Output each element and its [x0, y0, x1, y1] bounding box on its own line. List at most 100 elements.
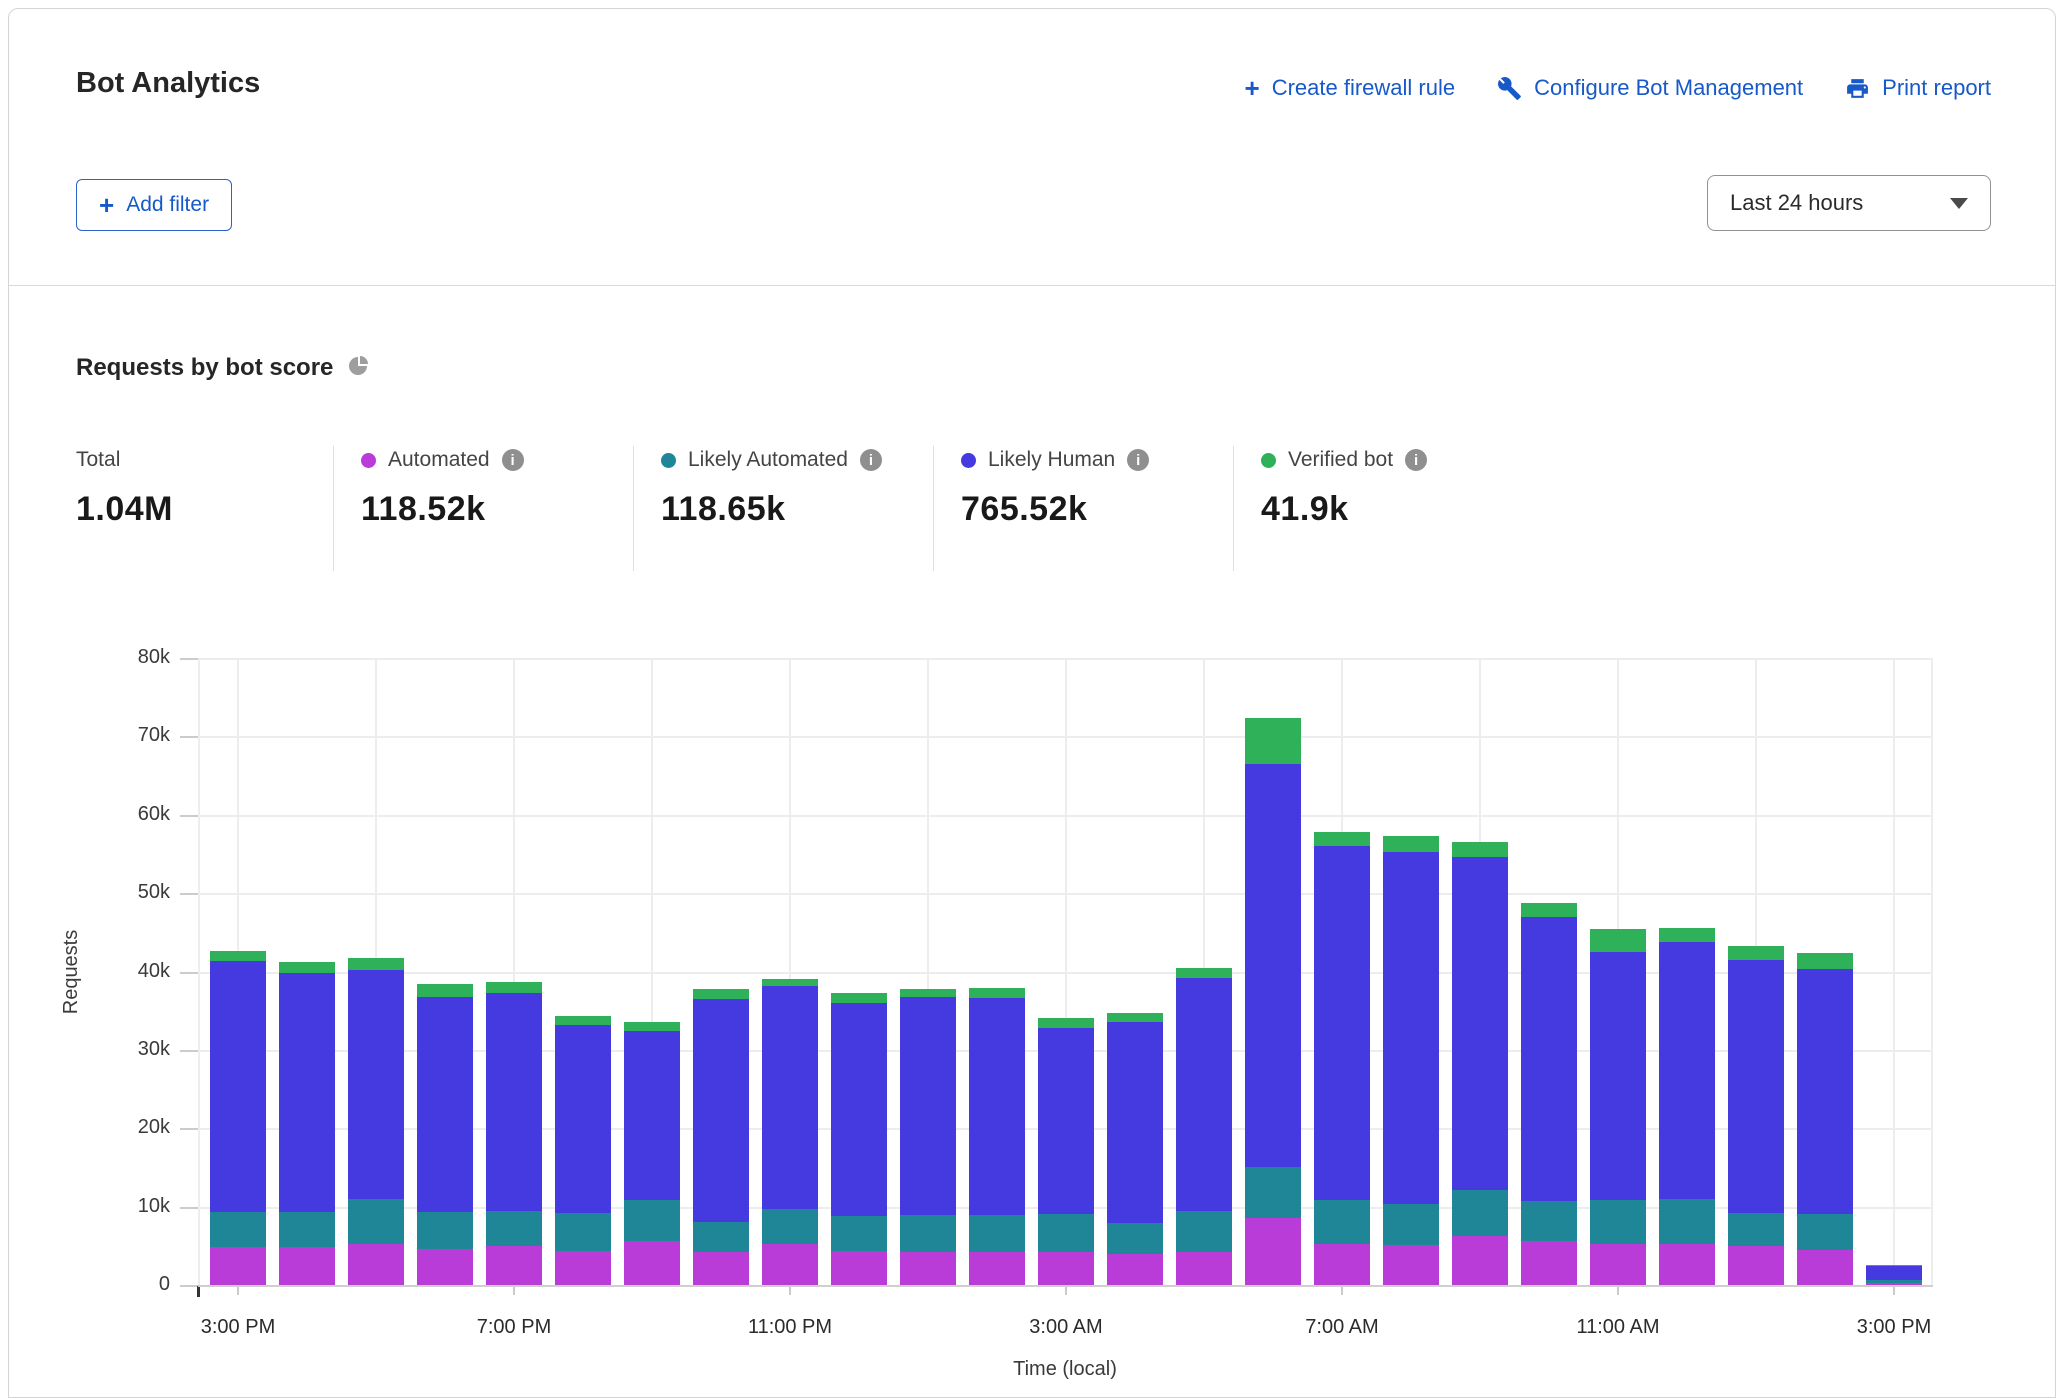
- bar-segment-automated[interactable]: [555, 1251, 611, 1285]
- configure-bot-management-link[interactable]: Configure Bot Management: [1497, 75, 1803, 101]
- bar-segment-likely-human[interactable]: [1797, 969, 1853, 1214]
- bar-segment-likely-automated[interactable]: [1245, 1167, 1301, 1219]
- print-report-link[interactable]: Print report: [1845, 75, 1991, 101]
- bar-segment-likely-automated[interactable]: [1038, 1214, 1094, 1252]
- bar-segment-likely-human[interactable]: [831, 1003, 887, 1216]
- bar-segment-likely-automated[interactable]: [486, 1211, 542, 1246]
- bar-segment-likely-automated[interactable]: [1107, 1223, 1163, 1254]
- bar-segment-automated[interactable]: [1866, 1283, 1922, 1285]
- create-firewall-rule-link[interactable]: + Create firewall rule: [1245, 75, 1456, 101]
- bar-segment-likely-automated[interactable]: [1176, 1211, 1232, 1253]
- bar-segment-automated[interactable]: [1107, 1254, 1163, 1285]
- bar-segment-automated[interactable]: [624, 1241, 680, 1285]
- bar-segment-likely-human[interactable]: [486, 993, 542, 1211]
- bar-segment-automated[interactable]: [1728, 1246, 1784, 1285]
- bar-segment-likely-human[interactable]: [1452, 857, 1508, 1190]
- bar-segment-likely-automated[interactable]: [279, 1212, 335, 1247]
- bar-segment-automated[interactable]: [1383, 1245, 1439, 1285]
- bar-segment-likely-human[interactable]: [1590, 952, 1646, 1200]
- bar-segment-automated[interactable]: [1452, 1236, 1508, 1285]
- bar-segment-likely-human[interactable]: [279, 973, 335, 1212]
- bar-segment-likely-automated[interactable]: [1659, 1199, 1715, 1245]
- bar-segment-likely-automated[interactable]: [969, 1215, 1025, 1252]
- bar-segment-automated[interactable]: [348, 1244, 404, 1286]
- bar-segment-likely-human[interactable]: [1245, 764, 1301, 1167]
- bar-segment-likely-automated[interactable]: [1521, 1201, 1577, 1241]
- bar-segment-likely-human[interactable]: [1038, 1028, 1094, 1214]
- bar-segment-likely-human[interactable]: [762, 986, 818, 1209]
- bar-segment-verified-bot[interactable]: [969, 988, 1025, 998]
- bar-segment-likely-human[interactable]: [900, 997, 956, 1215]
- bar-segment-verified-bot[interactable]: [900, 989, 956, 997]
- bar-segment-automated[interactable]: [762, 1244, 818, 1285]
- bar-segment-automated[interactable]: [1038, 1252, 1094, 1285]
- bar-segment-likely-automated[interactable]: [624, 1200, 680, 1241]
- bar-segment-automated[interactable]: [486, 1246, 542, 1285]
- bar-segment-automated[interactable]: [279, 1247, 335, 1285]
- time-range-select[interactable]: Last 24 hours: [1707, 175, 1991, 231]
- bar-segment-likely-automated[interactable]: [1452, 1190, 1508, 1236]
- bar-segment-likely-automated[interactable]: [555, 1213, 611, 1251]
- bar-segment-likely-automated[interactable]: [693, 1222, 749, 1253]
- add-filter-button[interactable]: + Add filter: [76, 179, 232, 231]
- info-icon[interactable]: i: [502, 449, 524, 471]
- bar-segment-automated[interactable]: [693, 1252, 749, 1285]
- bar-segment-likely-automated[interactable]: [1797, 1214, 1853, 1249]
- bar-segment-likely-automated[interactable]: [900, 1215, 956, 1253]
- bar-segment-verified-bot[interactable]: [1038, 1018, 1094, 1028]
- bar-segment-verified-bot[interactable]: [486, 982, 542, 994]
- bar-segment-verified-bot[interactable]: [624, 1022, 680, 1031]
- bar-segment-likely-human[interactable]: [1866, 1266, 1922, 1280]
- bar-segment-verified-bot[interactable]: [1176, 968, 1232, 978]
- bar-segment-automated[interactable]: [969, 1252, 1025, 1285]
- bar-segment-automated[interactable]: [1797, 1250, 1853, 1285]
- bar-segment-automated[interactable]: [1521, 1241, 1577, 1285]
- bar-segment-verified-bot[interactable]: [348, 958, 404, 970]
- info-icon[interactable]: i: [1405, 449, 1427, 471]
- bar-segment-automated[interactable]: [1176, 1252, 1232, 1285]
- bar-segment-likely-automated[interactable]: [1314, 1200, 1370, 1244]
- bar-segment-likely-automated[interactable]: [210, 1212, 266, 1247]
- bar-segment-verified-bot[interactable]: [555, 1016, 611, 1025]
- bar-segment-verified-bot[interactable]: [417, 984, 473, 997]
- bar-segment-likely-human[interactable]: [693, 999, 749, 1222]
- bar-segment-automated[interactable]: [831, 1251, 887, 1286]
- bar-segment-likely-automated[interactable]: [1728, 1213, 1784, 1246]
- bar-segment-likely-automated[interactable]: [762, 1209, 818, 1244]
- bar-segment-verified-bot[interactable]: [210, 951, 266, 961]
- bar-segment-verified-bot[interactable]: [1245, 718, 1301, 764]
- bar-segment-automated[interactable]: [417, 1249, 473, 1285]
- bar-segment-likely-automated[interactable]: [1383, 1204, 1439, 1245]
- bar-segment-likely-human[interactable]: [348, 970, 404, 1199]
- bar-segment-likely-human[interactable]: [1383, 852, 1439, 1205]
- bar-segment-verified-bot[interactable]: [1314, 832, 1370, 846]
- bar-segment-likely-human[interactable]: [969, 998, 1025, 1215]
- bar-segment-automated[interactable]: [900, 1252, 956, 1285]
- bar-segment-verified-bot[interactable]: [1590, 929, 1646, 953]
- bar-segment-verified-bot[interactable]: [762, 979, 818, 986]
- info-icon[interactable]: i: [1127, 449, 1149, 471]
- bar-segment-likely-automated[interactable]: [348, 1199, 404, 1244]
- bar-segment-likely-human[interactable]: [417, 997, 473, 1213]
- bar-segment-likely-human[interactable]: [1521, 917, 1577, 1202]
- info-icon[interactable]: i: [860, 449, 882, 471]
- bar-segment-automated[interactable]: [210, 1247, 266, 1285]
- bar-segment-verified-bot[interactable]: [1383, 836, 1439, 852]
- bar-segment-likely-human[interactable]: [1176, 978, 1232, 1211]
- bar-segment-verified-bot[interactable]: [831, 993, 887, 1002]
- bar-segment-verified-bot[interactable]: [279, 962, 335, 973]
- bar-segment-verified-bot[interactable]: [1797, 953, 1853, 969]
- bar-segment-verified-bot[interactable]: [1728, 946, 1784, 960]
- bar-segment-automated[interactable]: [1590, 1244, 1646, 1286]
- bar-segment-automated[interactable]: [1314, 1244, 1370, 1285]
- bar-segment-automated[interactable]: [1659, 1244, 1715, 1285]
- bar-segment-verified-bot[interactable]: [1659, 928, 1715, 943]
- bar-segment-likely-human[interactable]: [555, 1025, 611, 1213]
- bar-segment-verified-bot[interactable]: [1452, 842, 1508, 857]
- bar-segment-verified-bot[interactable]: [1521, 903, 1577, 917]
- bar-segment-likely-automated[interactable]: [831, 1216, 887, 1251]
- bar-segment-likely-human[interactable]: [624, 1031, 680, 1200]
- bar-segment-likely-automated[interactable]: [1590, 1200, 1646, 1243]
- bar-segment-verified-bot[interactable]: [693, 989, 749, 999]
- bar-segment-likely-human[interactable]: [1659, 942, 1715, 1198]
